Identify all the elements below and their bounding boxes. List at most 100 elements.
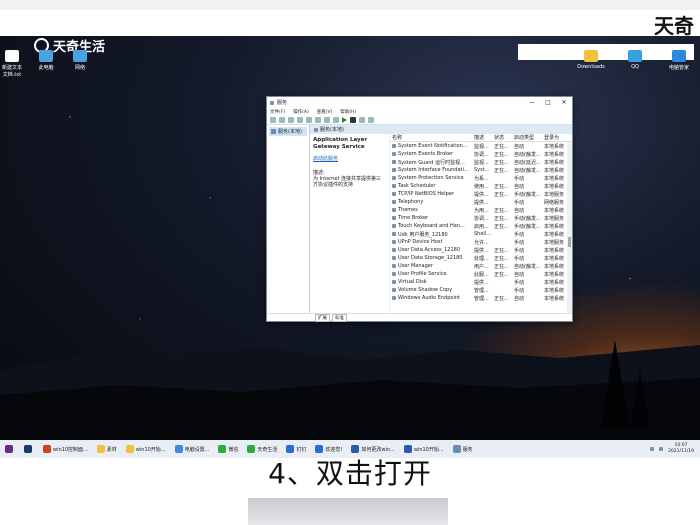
table-row[interactable]: Touch Keyboard and Han... 启用... 正在... 手动(触发… — [390, 222, 572, 230]
export-icon[interactable] — [315, 117, 321, 123]
view-icon[interactable] — [333, 117, 339, 123]
table-row[interactable]: TCP/IP NetBIOS Helper 提供... 正在... 手动(触发... 本… — [390, 190, 572, 198]
right-icon-2[interactable]: 电脑管家 — [664, 50, 694, 71]
menu-view[interactable]: 查看(V) — [317, 109, 333, 115]
cell: System Interface Foundati... — [390, 167, 474, 173]
pause-service-icon[interactable] — [359, 117, 365, 123]
menu-action[interactable]: 操作(A) — [293, 109, 309, 115]
left-icon-2[interactable]: 网络 — [68, 50, 92, 78]
cell: Udk 用户服务_12180 — [390, 231, 474, 238]
services-window[interactable]: 服务 — □ ✕ 文件(F) 操作(A) 查看(V) 帮助(H) 服务(本地) … — [266, 96, 573, 322]
table-row[interactable]: System Guard 运行时监视... 监视... 正在... 自动(延迟... 本… — [390, 158, 572, 166]
col-logon-as[interactable]: 登录为 — [544, 134, 572, 141]
restart-service-icon[interactable] — [368, 117, 374, 123]
menu-help[interactable]: 帮助(H) — [340, 109, 356, 115]
table-row[interactable]: Time Broker 协调... 正在... 手动(触发... 本地服务 — [390, 214, 572, 222]
cell: Shell... — [474, 231, 491, 237]
start-service-icon[interactable] — [342, 117, 347, 123]
right-icon-0[interactable]: Downloads — [576, 50, 606, 71]
taskbar-item[interactable]: 欢迎您! — [312, 442, 345, 456]
service-gear-icon — [392, 184, 396, 188]
cell: 自动(延迟... — [514, 159, 541, 166]
service-gear-icon — [392, 168, 396, 172]
clock[interactable]: 10:07 2021/11/19 — [668, 443, 694, 455]
table-row[interactable]: Telephony 提供... 手动 网络服务 — [390, 198, 572, 206]
cell: 手动 — [514, 279, 525, 286]
forward-icon[interactable] — [279, 117, 285, 123]
taskbar-item[interactable]: 天奇生活 — [244, 442, 280, 456]
taskbar-item[interactable]: 服务 — [450, 442, 476, 456]
start-service-link[interactable]: 启动此服务 — [313, 155, 386, 162]
volume-icon[interactable] — [659, 447, 664, 451]
services-list[interactable]: 名称 描述 状态 启动类型 登录为 System Event Notificat… — [390, 134, 572, 313]
cell: 手动(触发... — [514, 191, 541, 198]
cell: Syst... — [474, 167, 490, 173]
taskbar-item[interactable] — [2, 442, 18, 456]
table-row[interactable]: System Event Notification... 监视... 正在... 自动… — [390, 142, 572, 150]
table-row[interactable]: Themes 为用... 正在... 自动 本地系统 — [390, 206, 572, 214]
table-row[interactable]: Volume Shadow Copy 管理... 手动 本地系统 — [390, 286, 572, 294]
table-row[interactable]: User Manager 用户... 正在... 自动(触发... 本地系统 — [390, 262, 572, 270]
taskbar-item[interactable]: win10控制面... — [40, 442, 91, 456]
left-icon-0[interactable]: 新建文本文档.txt — [0, 50, 24, 78]
right-icon-1[interactable]: QQ — [620, 50, 650, 71]
close-button[interactable]: ✕ — [556, 99, 572, 106]
tab-standard[interactable]: 标准 — [332, 313, 347, 322]
cell: 协调... — [474, 215, 489, 222]
console-tree-icon[interactable] — [288, 117, 294, 123]
properties-icon[interactable] — [297, 117, 303, 123]
stop-service-icon[interactable] — [350, 117, 356, 123]
cell: System Protection Service — [390, 175, 474, 181]
tab-extended[interactable]: 扩展 — [315, 313, 330, 322]
service-gear-icon — [392, 288, 396, 292]
vertical-scrollbar[interactable] — [567, 142, 572, 313]
shortcut-icon — [73, 50, 87, 62]
cell: System Event Notification... — [390, 143, 474, 149]
taskbar-item[interactable]: 如何更改win... — [348, 442, 397, 456]
taskbar-item[interactable] — [21, 442, 37, 456]
cell: 手动 — [514, 287, 525, 294]
title-bar[interactable]: 服务 — □ ✕ — [267, 97, 572, 108]
table-row[interactable]: System Protection Service 为系... 手动 本地系统 — [390, 174, 572, 182]
cell: 自动(触发... — [514, 167, 541, 174]
back-icon[interactable] — [270, 117, 276, 123]
tray-icon[interactable] — [650, 447, 655, 451]
maximize-button[interactable]: □ — [540, 99, 556, 106]
col-name[interactable]: 名称 — [390, 134, 474, 141]
help-icon[interactable] — [324, 117, 330, 123]
service-gear-icon — [392, 256, 396, 260]
taskbar-item[interactable]: 钉钉 — [283, 442, 309, 456]
table-row[interactable]: System Interface Foundati... Syst... 正在...… — [390, 166, 572, 174]
taskbar-item[interactable]: win10开始... — [401, 442, 447, 456]
table-row[interactable]: UPnP Device Host 允许... 手动 本地服务 — [390, 238, 572, 246]
refresh-icon[interactable] — [306, 117, 312, 123]
col-startup-type[interactable]: 启动类型 — [514, 134, 544, 141]
table-row[interactable]: User Profile Service 此服... 正在... 自动 本地系统 — [390, 270, 572, 278]
table-row[interactable]: Windows Audio Endpoint 管理... 正在... 自动 本地系统 — [390, 294, 572, 302]
cell: 正在... — [494, 215, 509, 222]
table-row[interactable]: User Data Access_12180 提供... 正在... 手动 本地系统 — [390, 246, 572, 254]
desktop-icons-left: 新建文本文档.txt 此电脑 网络 — [0, 50, 92, 78]
table-row[interactable]: User Data Storage_12180 处理... 正在... 手动 本地系统 — [390, 254, 572, 262]
description-text: 为 Internet 连接共享提供第三方协议插件的支持 — [313, 176, 382, 188]
taskbar-item[interactable]: 素材 — [94, 442, 120, 456]
app-icon — [43, 445, 51, 453]
col-status[interactable]: 状态 — [494, 134, 514, 141]
table-row[interactable]: Task Scheduler 使用... 正在... 自动 本地系统 — [390, 182, 572, 190]
col-description[interactable]: 描述 — [474, 134, 494, 141]
cell: Themes — [390, 207, 474, 213]
table-row[interactable]: Udk 用户服务_12180 Shell... 手动 本地系统 — [390, 230, 572, 238]
tree-node-services-local[interactable]: 服务(本地) — [269, 127, 307, 136]
service-gear-icon — [392, 272, 396, 276]
minimize-button[interactable]: — — [524, 99, 540, 106]
menu-file[interactable]: 文件(F) — [270, 109, 285, 115]
table-row[interactable]: System Events Broker 协调... 正在... 自动(触发... 本地… — [390, 150, 572, 158]
cell: 允许... — [474, 239, 489, 246]
table-row[interactable]: Virtual Disk 提供... 手动 本地系统 — [390, 278, 572, 286]
cell: 手动(触发... — [514, 223, 541, 230]
cell: 正在... — [494, 247, 509, 254]
taskbar-item[interactable]: 电脑设置... — [172, 442, 213, 456]
taskbar-item[interactable]: 微信 — [215, 442, 241, 456]
taskbar-item[interactable]: win10开始... — [123, 442, 169, 456]
left-icon-1[interactable]: 此电脑 — [34, 50, 58, 78]
